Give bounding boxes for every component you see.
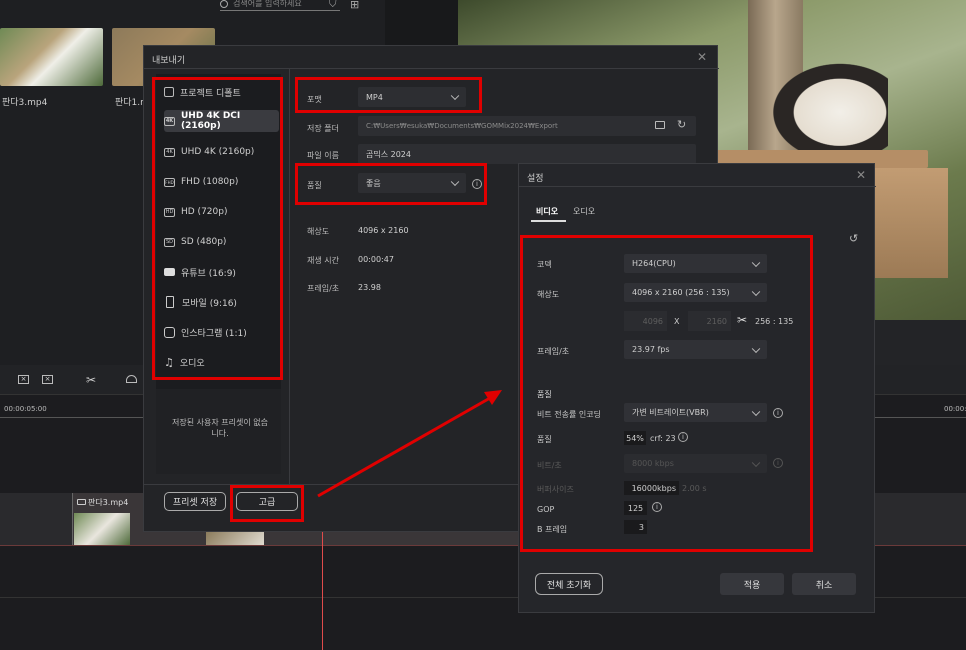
screen: 검색어를 입력하세요 ⛉ ⊞ 판다3.mp4 판다1.m × × ✂ 00:00…	[0, 0, 966, 650]
annotation-arrow	[317, 390, 502, 498]
